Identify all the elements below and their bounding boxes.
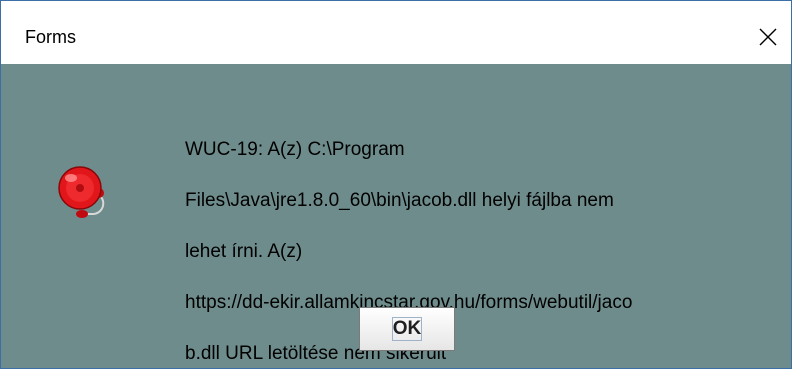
focus-rect [392,317,422,341]
message-line: WUC-19: A(z) C:\Program [185,138,405,160]
dialog-body: WUC-19: A(z) C:\Program Files\Java\jre1.… [12,64,780,364]
close-button[interactable] [745,15,791,59]
message-line: lehet írni. A(z) [185,240,303,262]
dialog-window: Forms WUC-19: A(z) C:\Program Files\Java… [0,0,792,369]
ok-button[interactable]: OK [359,307,455,351]
title-bar[interactable]: Forms [1,1,791,64]
window-title: Forms [25,27,76,47]
error-message: WUC-19: A(z) C:\Program Files\Java\jre1.… [185,111,775,392]
alarm-bell-icon [58,166,105,218]
close-icon [759,28,777,46]
message-line: Files\Java\jre1.8.0_60\bin\jacob.dll hel… [185,189,614,211]
message-line: b.dll URL letöltése nem sikerült [185,342,447,364]
message-line: https://dd-ekir.allamkincstar.gov.hu/for… [185,291,633,313]
